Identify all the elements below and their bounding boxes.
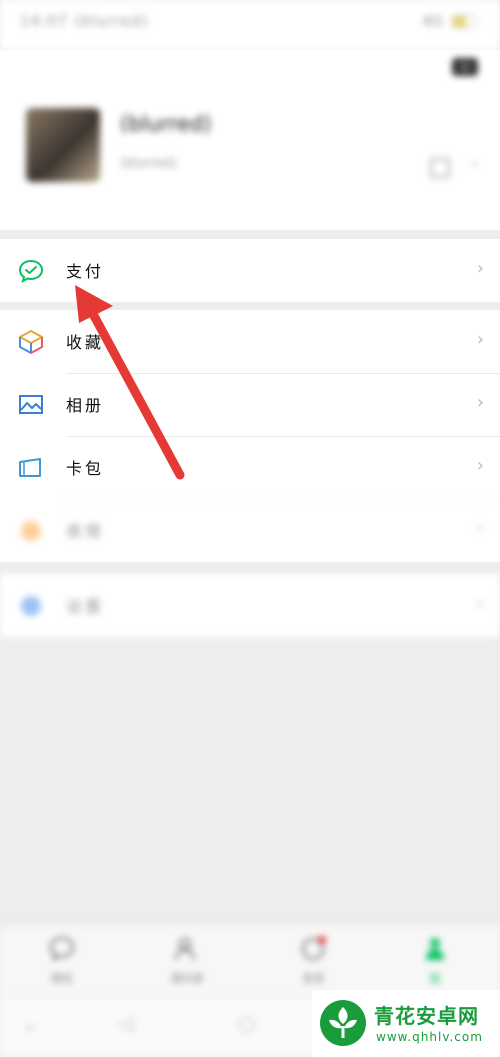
tab-label: 我	[429, 972, 441, 985]
tab-label: 发现	[302, 972, 324, 985]
status-time: 14:07 (blurred)	[20, 12, 149, 30]
chevron-right-icon: ›	[476, 593, 484, 614]
menu-item-label: 支付	[66, 262, 105, 281]
chevron-right-icon: ›	[476, 455, 484, 476]
contacts-icon	[175, 938, 195, 961]
avatar[interactable]	[26, 108, 100, 182]
profile-header[interactable]: (blurred) (blurred) ›	[0, 50, 500, 230]
chevron-right-icon: ›	[476, 258, 484, 279]
watermark: 青花安卓网 www.qhhlv.com	[312, 990, 500, 1057]
menu-group-settings: 设置 ›	[0, 574, 500, 637]
home-icon[interactable]: ○	[238, 1011, 255, 1035]
status-bar: 14:07 (blurred) 4G	[0, 0, 500, 50]
menu-item-stickers[interactable]: 表情 ›	[0, 499, 500, 562]
chevron-right-icon: ›	[476, 329, 484, 350]
camera-icon[interactable]	[452, 58, 478, 76]
watermark-title: 青花安卓网	[374, 1004, 479, 1028]
network-indicator: 4G	[422, 12, 444, 30]
menu-item-album[interactable]: 相册 ›	[0, 373, 500, 436]
discover-compass-icon	[302, 936, 326, 960]
battery-icon	[452, 15, 476, 28]
menu-icon[interactable]: ⌄	[22, 1011, 39, 1035]
menu-item-label: 设置	[66, 597, 105, 616]
chevron-right-icon: ›	[476, 392, 484, 413]
menu-item-label: 相册	[66, 396, 105, 415]
watermark-url: www.qhhlv.com	[376, 1030, 483, 1044]
menu-item-cards[interactable]: 卡包 ›	[0, 436, 500, 499]
menu-item-label: 卡包	[66, 459, 105, 478]
chevron-right-icon: ›	[476, 518, 484, 539]
card-wallet-icon	[19, 458, 41, 477]
status-indicators: 4G	[422, 12, 476, 30]
profile-wechat-id: (blurred)	[120, 156, 177, 171]
menu-item-label: 表情	[66, 522, 105, 541]
tab-label: 微信	[51, 972, 73, 985]
qr-code-icon[interactable]	[430, 158, 450, 178]
tab-chats[interactable]: 微信	[32, 934, 92, 986]
menu-item-settings[interactable]: 设置 ›	[0, 574, 500, 637]
menu-item-label: 收藏	[66, 333, 105, 352]
menu-item-favorites[interactable]: 收藏 ›	[0, 310, 500, 373]
back-icon[interactable]: ◁	[118, 1011, 133, 1035]
album-picture-icon	[19, 395, 43, 414]
tab-discover[interactable]: 发现	[283, 934, 343, 986]
watermark-logo-icon	[320, 1000, 366, 1046]
tab-me[interactable]: 我	[405, 934, 465, 986]
bottom-tab-bar: 微信 通讯录 发现 我	[0, 925, 500, 998]
me-person-icon	[426, 938, 444, 960]
chat-bubble-icon	[49, 936, 75, 962]
wechat-pay-icon	[18, 259, 44, 283]
tab-label: 通讯录	[170, 972, 204, 985]
favorites-cube-icon	[19, 330, 43, 354]
menu-item-pay[interactable]: 支付 ›	[0, 239, 500, 302]
sticker-smile-icon	[21, 521, 41, 541]
profile-name: (blurred)	[120, 112, 212, 136]
settings-gear-icon	[21, 596, 41, 616]
menu-group-pay: 支付 ›	[0, 239, 500, 302]
tab-contacts[interactable]: 通讯录	[157, 934, 217, 986]
menu-group-main: 收藏 › 相册 › 卡包 › 表情 ›	[0, 310, 500, 562]
chevron-right-icon: ›	[470, 154, 478, 175]
